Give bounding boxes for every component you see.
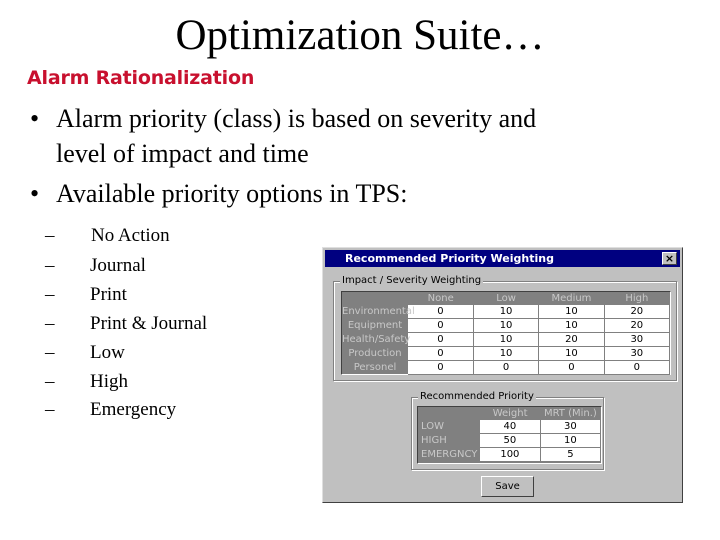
priority-option-label: Low: [90, 342, 125, 363]
close-button[interactable]: ×: [662, 252, 677, 265]
column-header: Low: [496, 292, 516, 304]
row-header: Personel: [353, 361, 397, 373]
row-header: Equipment: [347, 319, 403, 331]
table-row: EMERGNCY 100 5: [418, 447, 602, 462]
dash-icon: –: [45, 225, 55, 246]
dash-icon: –: [45, 371, 55, 392]
dialog-titlebar[interactable]: Recommended Priority Weighting ×: [325, 250, 680, 267]
dash-icon: –: [45, 284, 55, 305]
priority-option-label: Print & Journal: [90, 313, 208, 334]
recommended-priority-group: Recommended Priority Weight MRT (Min.) L…: [411, 391, 604, 470]
row-header: HIGH: [421, 434, 447, 446]
dash-icon: –: [45, 399, 55, 420]
column-header: MRT (Min.): [543, 407, 597, 419]
grid-cell[interactable]: 10: [473, 305, 540, 319]
grid-cell[interactable]: 0: [538, 360, 605, 375]
table-row: LOW 40 30: [418, 420, 602, 434]
impact-severity-group: Impact / Severity Weighting None Low Med…: [333, 275, 677, 381]
group-label: Impact / Severity Weighting: [340, 275, 484, 287]
column-header: Weight: [492, 407, 528, 419]
grid-cell[interactable]: 10: [473, 318, 540, 333]
grid-header-row: Weight MRT (Min.): [418, 407, 601, 420]
dialog-title: Recommended Priority Weighting: [345, 252, 554, 265]
dash-icon: –: [45, 255, 55, 276]
grid-corner: [418, 407, 480, 420]
grid-cell[interactable]: 10: [473, 346, 540, 361]
column-header: High: [625, 292, 649, 304]
grid-header-row: None Low Medium High: [342, 292, 670, 305]
column-header: None: [427, 292, 454, 304]
slide-subtitle: Alarm Rationalization: [27, 67, 255, 89]
grid-cell[interactable]: 30: [604, 332, 671, 347]
row-header: Health/Safety: [342, 333, 411, 345]
grid-cell[interactable]: 0: [604, 360, 671, 375]
close-icon: ×: [664, 252, 675, 265]
bullet-text-line: Alarm priority (class) is based on sever…: [56, 104, 537, 133]
bullet-text-line: Available priority options in TPS:: [56, 179, 408, 208]
recommended-priority-grid: Weight MRT (Min.) LOW 40 30 HIGH 50 10 E…: [417, 406, 602, 464]
priority-option-label: No Action: [91, 225, 170, 246]
priority-option-label: High: [90, 371, 128, 392]
table-row: Production 0 10 10 30: [342, 346, 671, 361]
grid-cell[interactable]: 20: [538, 332, 605, 347]
row-header: Production: [348, 347, 402, 359]
grid-cell[interactable]: 40: [480, 420, 541, 434]
impact-severity-grid: None Low Medium High Environmental 0 10 …: [341, 291, 671, 375]
grid-cell[interactable]: 10: [538, 346, 605, 361]
grid-cell[interactable]: 0: [408, 332, 474, 347]
table-row: Environmental 0 10 10 20: [342, 305, 671, 319]
save-button[interactable]: Save: [481, 476, 534, 497]
grid-cell[interactable]: 10: [540, 433, 602, 448]
grid-cell[interactable]: 10: [473, 332, 540, 347]
table-row: Health/Safety 0 10 20 30: [342, 332, 671, 347]
grid-cell[interactable]: 0: [408, 318, 474, 333]
row-header: Environmental: [342, 305, 415, 317]
slide-title: Optimization Suite…: [175, 12, 545, 59]
grid-cell[interactable]: 20: [604, 305, 671, 319]
column-header: Medium: [551, 292, 592, 304]
grid-cell[interactable]: 30: [604, 346, 671, 361]
row-header: EMERGNCY: [421, 448, 478, 460]
grid-cell[interactable]: 100: [480, 447, 541, 462]
grid-cell[interactable]: 0: [408, 360, 474, 375]
grid-corner: [342, 292, 408, 305]
grid-cell[interactable]: 50: [480, 433, 541, 448]
group-label: Recommended Priority: [418, 391, 536, 403]
bullet-icon: •: [30, 104, 40, 133]
grid-cell[interactable]: 0: [408, 346, 474, 361]
grid-cell[interactable]: 10: [538, 305, 605, 319]
grid-cell[interactable]: 5: [540, 447, 602, 462]
grid-cell[interactable]: 0: [408, 305, 474, 319]
table-row: HIGH 50 10: [418, 433, 602, 448]
grid-cell[interactable]: 10: [538, 318, 605, 333]
priority-option-label: Print: [90, 284, 127, 305]
grid-cell[interactable]: 0: [473, 360, 540, 375]
priority-option-label: Emergency: [90, 399, 177, 420]
table-row: Personel 0 0 0 0: [342, 360, 671, 375]
dash-icon: –: [45, 313, 55, 334]
grid-cell[interactable]: 30: [540, 420, 602, 434]
priority-option-label: Journal: [90, 255, 146, 276]
bullet-text-line: level of impact and time: [56, 139, 309, 168]
dash-icon: –: [45, 342, 55, 363]
bullet-icon: •: [30, 179, 40, 208]
grid-cell[interactable]: 20: [604, 318, 671, 333]
priority-weighting-dialog: Recommended Priority Weighting × Impact …: [322, 247, 683, 503]
table-row: Equipment 0 10 10 20: [342, 318, 671, 333]
row-header: LOW: [421, 420, 444, 432]
